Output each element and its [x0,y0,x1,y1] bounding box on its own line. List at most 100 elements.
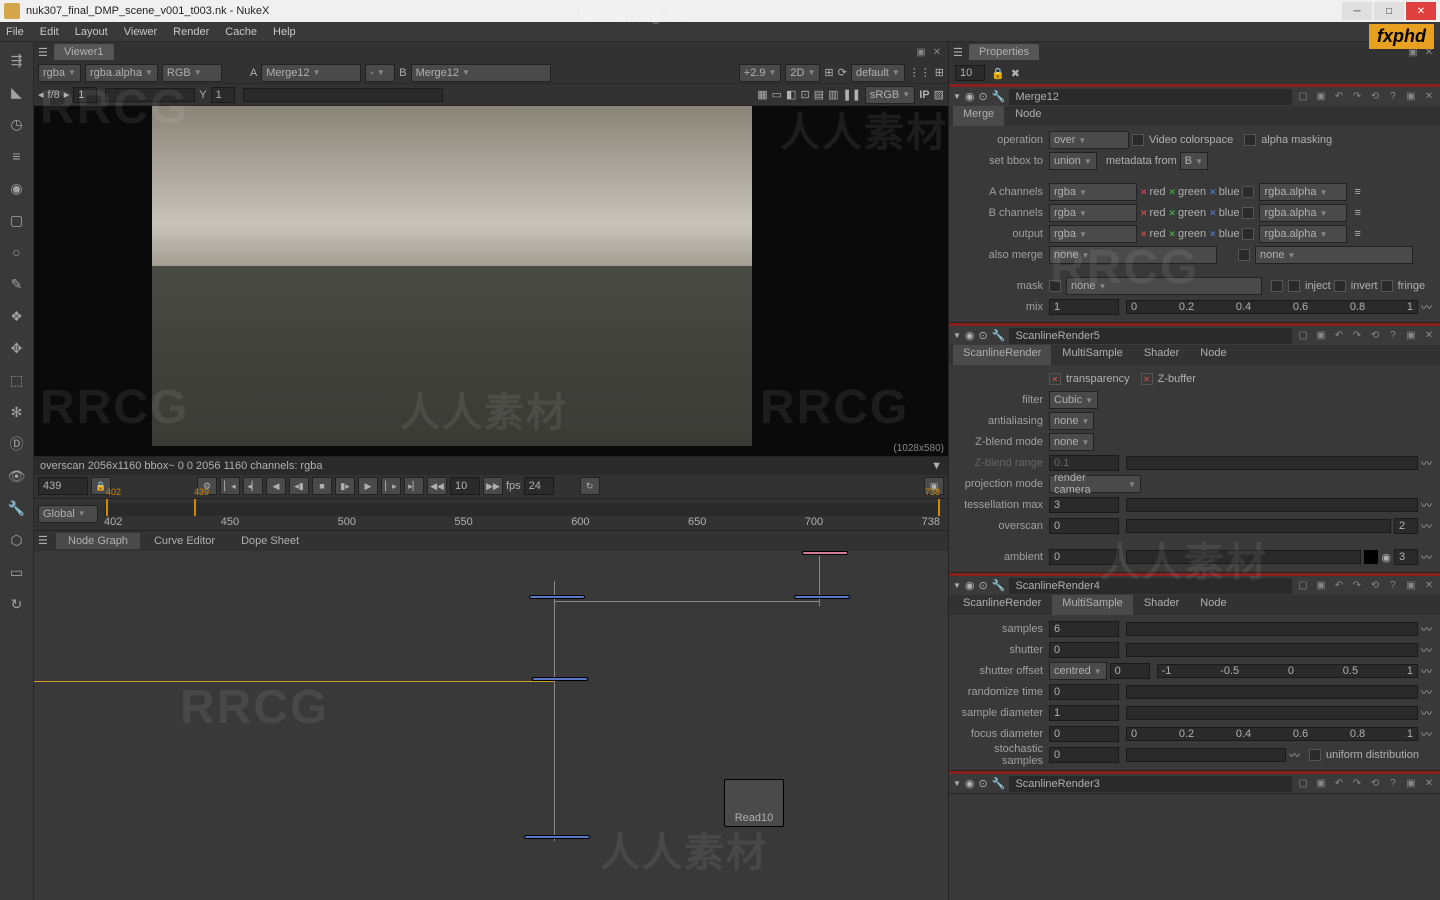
out-red[interactable]: red [1140,228,1165,240]
dot-icon[interactable]: ◉ [965,90,975,103]
anim-icon[interactable]: 〰 [1421,621,1432,637]
mix-slider[interactable]: 00.20.40.60.81 [1126,300,1418,314]
ach-green[interactable]: green [1168,186,1206,198]
dot-icon[interactable]: ◉ [965,329,975,342]
bch-dropdown[interactable]: rgba▼ [1049,204,1137,222]
redo-icon[interactable]: ↷ [1350,90,1364,104]
float2-icon[interactable]: ▣ [1404,579,1418,593]
rand-slider[interactable] [1126,685,1418,699]
tool-move-icon[interactable]: ✥ [5,336,29,360]
tess-slider[interactable] [1126,498,1418,512]
dot-icon[interactable]: ◉ [965,777,975,790]
undo-icon[interactable]: ↶ [1332,777,1346,791]
mix-field[interactable]: 1 [1049,299,1119,315]
settings2-icon[interactable]: ⊞ [935,66,944,79]
fstop-index[interactable]: 1 [73,87,97,103]
eq-icon[interactable]: ≡ [1354,186,1360,198]
prev-icon[interactable]: ◂ [38,88,44,101]
pause-icon[interactable]: ❚❚ [842,88,860,101]
tool-refresh-icon[interactable]: ↻ [5,592,29,616]
play-back-button[interactable]: ◀ [266,477,286,495]
shutter-slider[interactable] [1126,643,1418,657]
menu-render[interactable]: Render [173,26,209,38]
zbuf-cb[interactable]: ✕ [1141,373,1153,385]
anim-icon[interactable]: 〰 [1421,518,1432,534]
ach-alpha-dropdown[interactable]: rgba.alpha▼ [1259,183,1347,201]
tab-node-graph[interactable]: Node Graph [56,533,140,549]
c2-icon[interactable]: ▣ [1314,579,1328,593]
menu-viewer[interactable]: Viewer [124,26,157,38]
tool-nut-icon[interactable]: ⬡ [5,528,29,552]
tool-cube-icon[interactable]: ⬚ [5,368,29,392]
float-icon[interactable]: ▣ [914,45,928,59]
help-icon[interactable]: ? [1386,329,1400,343]
focus-slider[interactable]: 00.20.40.60.81 [1126,727,1418,741]
skip-fwd-button[interactable]: ▶▶ [483,477,503,495]
channel-dropdown[interactable]: rgba.alpha▼ [85,64,158,82]
tab-viewer1[interactable]: Viewer1 [54,44,114,60]
help-icon[interactable]: ? [1386,90,1400,104]
anim-icon[interactable]: 〰 [1421,549,1432,565]
c2-icon[interactable]: ▣ [1314,90,1328,104]
ambient-field[interactable]: 0 [1049,549,1119,565]
filter-dropdown[interactable]: Cubic▼ [1049,391,1098,409]
gamma-field[interactable]: 1 [211,87,235,103]
clear-icon[interactable]: ✖ [1011,67,1020,80]
proxy-icon[interactable]: ⊞ [824,66,833,79]
eq-icon[interactable]: ≡ [1354,228,1360,240]
timeline-current-marker[interactable]: 439 [194,499,196,516]
tab-node[interactable]: Node [1190,595,1236,615]
out-green[interactable]: green [1168,228,1206,240]
close-node-icon[interactable]: ✕ [1422,777,1436,791]
video-checkbox[interactable] [1132,134,1144,146]
bch-4-cb[interactable] [1242,207,1254,219]
focus-field[interactable]: 0 [1049,726,1119,742]
tess-field[interactable]: 3 [1049,497,1119,513]
tool-arrange-icon[interactable]: ⇶ [5,48,29,72]
dim-dropdown[interactable]: 2D▼ [785,64,820,82]
tool-page-icon[interactable]: ▭ [5,560,29,584]
anim-icon[interactable]: 〰 [1289,747,1300,763]
loop-icon[interactable]: ↻ [580,477,600,495]
tool-layers-icon[interactable]: ❖ [5,304,29,328]
aa-dropdown[interactable]: none▼ [1049,412,1094,430]
prop-count-field[interactable]: 10 [955,65,985,81]
magnet-icon[interactable]: ⊙ [979,329,988,342]
timeline-start-marker[interactable]: 402 [106,499,108,516]
ach-4-cb[interactable] [1242,186,1254,198]
maximize-button[interactable]: □ [1374,2,1404,20]
node-name-field[interactable]: ScanlineRender4 [1009,578,1292,594]
diam-slider[interactable] [1126,706,1418,720]
lut-dropdown[interactable]: default▼ [851,64,905,82]
ambient-slider[interactable] [1126,550,1361,564]
inject-cb[interactable] [1288,280,1300,292]
samples-field[interactable]: 6 [1049,621,1119,637]
collapse-icon[interactable]: ▼ [953,581,961,590]
anim-icon[interactable]: 〰 [1421,663,1432,679]
float2-icon[interactable]: ▣ [1404,329,1418,343]
collapse-icon[interactable]: ▼ [953,331,961,340]
magnet-icon[interactable]: ⊙ [979,90,988,103]
overscan-slider[interactable] [1126,519,1391,533]
out-dropdown[interactable]: rgba▼ [1049,225,1137,243]
float2-icon[interactable]: ▣ [1404,777,1418,791]
out-4-cb[interactable] [1242,228,1254,240]
first-frame-button[interactable]: ▏◂ [220,477,240,495]
fps-field[interactable]: 24 [524,477,554,495]
close-node-icon[interactable]: ✕ [1422,329,1436,343]
layer-dropdown[interactable]: rgba▼ [38,64,81,82]
tab-shader[interactable]: Shader [1134,345,1189,365]
mask-dropdown[interactable]: none▼ [1066,277,1262,295]
also-dropdown[interactable]: none▼ [1049,246,1217,264]
timeline[interactable]: Global▼ 402 439 738 40245050055060065070… [34,499,948,531]
out-blue[interactable]: blue [1209,228,1239,240]
lock-icon[interactable]: 🔒 [991,67,1005,80]
gamma-slider[interactable] [243,88,443,102]
tool-globe-icon[interactable]: ◉ [5,176,29,200]
fringe-cb[interactable] [1381,280,1393,292]
tool-pen-icon[interactable]: ✎ [5,272,29,296]
undo-icon[interactable]: ↶ [1332,579,1346,593]
minimize-button[interactable]: ─ [1342,2,1372,20]
play-button[interactable]: ▶ [358,477,378,495]
node[interactable] [802,551,848,555]
